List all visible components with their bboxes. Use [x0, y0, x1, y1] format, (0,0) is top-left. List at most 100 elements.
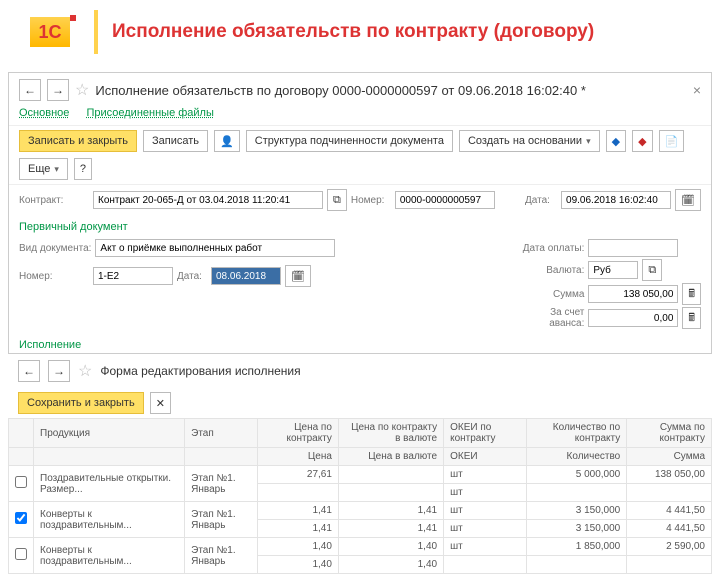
- cell-sum2: [627, 484, 712, 502]
- save-close2-button[interactable]: Сохранить и закрыть: [18, 392, 144, 414]
- contract-open-icon[interactable]: ⧉: [327, 189, 347, 211]
- cell-price-cv: 1,40: [338, 538, 443, 556]
- table-row[interactable]: Конверты к поздравительным... Этап №1. Я…: [9, 502, 712, 520]
- save-button[interactable]: Записать: [143, 130, 208, 152]
- doc-type-input[interactable]: [95, 239, 335, 257]
- cell-prod: Конверты к поздравительным...: [34, 538, 185, 574]
- link-main[interactable]: Основное: [19, 107, 69, 119]
- delete-icon-button[interactable]: ◆: [632, 130, 652, 152]
- cell-sum: 4 441,50: [627, 502, 712, 520]
- advance-label: За счет аванса:: [520, 307, 584, 329]
- cell-sum2: [627, 556, 712, 574]
- number-input[interactable]: [395, 191, 495, 209]
- currency-pick-icon[interactable]: ⧉: [642, 259, 662, 281]
- cell-price: 1,41: [258, 520, 339, 538]
- execution-table: Продукция Этап Цена по контракту Цена по…: [8, 418, 712, 574]
- user-icon-button[interactable]: 👤: [214, 130, 240, 152]
- date-label: Дата:: [525, 195, 557, 206]
- number-label: Номер:: [351, 195, 391, 206]
- date-input[interactable]: [561, 191, 671, 209]
- forward-arrow-icon[interactable]: →: [47, 79, 69, 101]
- cell-stage: Этап №1. Январь: [185, 502, 258, 538]
- date2-input[interactable]: [211, 267, 281, 285]
- advance-calc-icon[interactable]: 🖩: [682, 307, 701, 329]
- currency-input[interactable]: [588, 261, 638, 279]
- star-icon[interactable]: ☆: [75, 80, 89, 100]
- th-sum-c: Сумма по контракту: [627, 419, 712, 448]
- cell-qty2: [526, 484, 627, 502]
- more-button[interactable]: Еще▾: [19, 158, 68, 180]
- th-price-c: Цена по контракту: [258, 419, 339, 448]
- execution-panel: ← → ☆ Форма редактирования исполнения Со…: [8, 354, 712, 574]
- contract-input[interactable]: [93, 191, 323, 209]
- save-close-button[interactable]: Записать и закрыть: [19, 130, 137, 152]
- paydate-input[interactable]: [588, 239, 678, 257]
- cell-okei-top: шт: [444, 502, 527, 520]
- cell-price: [258, 484, 339, 502]
- sum-input[interactable]: [588, 285, 678, 303]
- cell-sum2: 4 441,50: [627, 520, 712, 538]
- row-checkbox[interactable]: [15, 476, 27, 488]
- date2-label: Дата:: [177, 271, 207, 282]
- execution-heading: Исполнение: [9, 333, 711, 353]
- cell-price-cv: [338, 466, 443, 484]
- create-on-button[interactable]: Создать на основании▾: [459, 130, 600, 152]
- divider: [94, 10, 98, 54]
- main-panel: ← → ☆ Исполнение обязательств по договор…: [8, 72, 712, 354]
- cell-prod: Конверты к поздравительным...: [34, 502, 185, 538]
- cell-qty: 3 150,000: [526, 502, 627, 520]
- cell-sum: 2 590,00: [627, 538, 712, 556]
- num2-input[interactable]: [93, 267, 173, 285]
- close2-button[interactable]: ✕: [150, 392, 171, 414]
- structure-button[interactable]: Структура подчиненности документа: [246, 130, 453, 152]
- currency-label: Валюта:: [520, 265, 584, 276]
- th-price: Цена: [258, 448, 339, 466]
- back2-icon[interactable]: ←: [18, 360, 40, 382]
- doc-icon-button[interactable]: 📄: [659, 130, 685, 152]
- advance-input[interactable]: [588, 309, 678, 327]
- help-button[interactable]: ?: [74, 158, 92, 180]
- page-title: Исполнение обязательств по контракту (до…: [112, 21, 594, 43]
- cell-price-c: 27,61: [258, 466, 339, 484]
- th-prod: Продукция: [34, 419, 185, 448]
- num2-label: Номер:: [19, 271, 89, 282]
- cell-price-cv: 1,41: [338, 502, 443, 520]
- calendar2-icon[interactable]: 🗓: [285, 265, 311, 287]
- cell-sum: 138 050,00: [627, 466, 712, 484]
- cell-stage: Этап №1. Январь: [185, 466, 258, 502]
- sum-calc-icon[interactable]: 🖩: [682, 283, 701, 305]
- row-checkbox[interactable]: [15, 512, 27, 524]
- star2-icon[interactable]: ☆: [78, 361, 92, 381]
- back-arrow-icon[interactable]: ←: [19, 79, 41, 101]
- cell-price-c: 1,41: [258, 502, 339, 520]
- table-row[interactable]: Конверты к поздравительным... Этап №1. Я…: [9, 538, 712, 556]
- link-attached[interactable]: Присоединенные файлы: [86, 107, 213, 119]
- th-qty: Количество: [526, 448, 627, 466]
- th-qty-c: Количество по контракту: [526, 419, 627, 448]
- calendar-icon[interactable]: 🗓: [675, 189, 701, 211]
- row-checkbox[interactable]: [15, 548, 27, 560]
- th-okei-c: ОКЕИ по контракту: [444, 419, 527, 448]
- cell-okei-bot: [444, 556, 527, 574]
- th-price-v: Цена в валюте: [338, 448, 443, 466]
- close-icon[interactable]: ×: [693, 82, 701, 98]
- sum-label: Сумма: [520, 289, 584, 300]
- contract-label: Контракт:: [19, 195, 89, 206]
- cell-okei-bot: шт: [444, 520, 527, 538]
- cell-stage: Этап №1. Январь: [185, 538, 258, 574]
- cell-prod: Поздравительные открытки. Размер...: [34, 466, 185, 502]
- cell-okei-top: шт: [444, 538, 527, 556]
- cell-qty2: 3 150,000: [526, 520, 627, 538]
- cell-price-v: 1,41: [338, 520, 443, 538]
- paydate-label: Дата оплаты:: [520, 243, 584, 254]
- forward2-icon[interactable]: →: [48, 360, 70, 382]
- cell-price-v: 1,40: [338, 556, 443, 574]
- th-sum: Сумма: [627, 448, 712, 466]
- table-row[interactable]: Поздравительные открытки. Размер... Этап…: [9, 466, 712, 484]
- th-okei: ОКЕИ: [444, 448, 527, 466]
- refresh-icon-button[interactable]: ◆: [606, 130, 626, 152]
- logo: 1С: [20, 12, 80, 52]
- doc-type-label: Вид документа:: [19, 243, 91, 254]
- th-stage: Этап: [185, 419, 258, 448]
- cell-okei-bot: шт: [444, 484, 527, 502]
